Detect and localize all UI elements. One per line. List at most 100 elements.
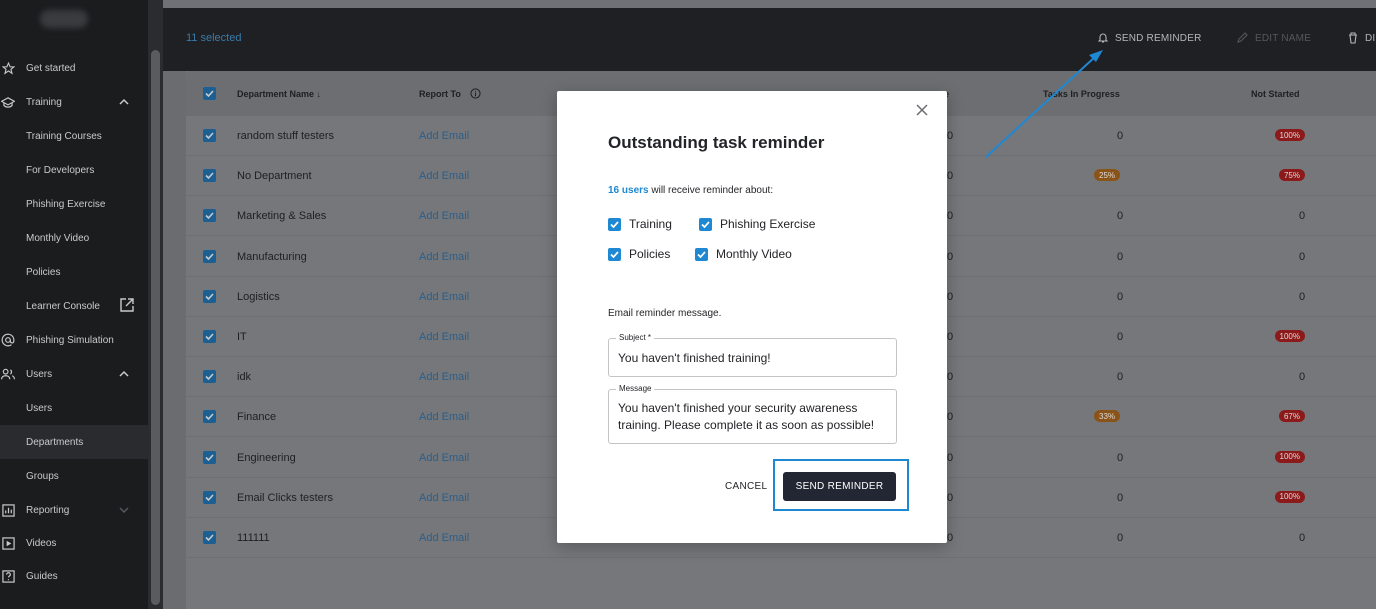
chevron-down-icon[interactable] [119,505,129,515]
department-name: IT [237,331,247,343]
row-checkbox[interactable] [203,450,216,464]
play-icon [0,535,16,551]
sidebar-item-monthly-video[interactable]: Monthly Video [0,221,148,255]
department-name: idk [237,371,252,384]
send-reminder-toolbar-button[interactable]: SEND REMINDER [1098,32,1202,44]
sidebar-item-departments[interactable]: Departments [0,425,148,459]
count-cell: 0 [947,532,954,544]
pencil-icon [1237,32,1248,43]
add-email-link[interactable]: Add Email [419,532,469,544]
edit-name-button[interactable]: EDIT NAME [1236,32,1311,44]
sidebar-scrollbar[interactable] [148,0,163,609]
checkbox-box[interactable] [699,217,712,231]
sidebar-item-policies[interactable]: Policies [0,255,148,289]
dialog-title: Outstanding task reminder [608,133,825,152]
sidebar-item-training-courses[interactable]: Training Courses [0,119,148,153]
sidebar-item-label: Training [26,96,62,108]
sidebar-item-users-list[interactable]: Users [0,391,148,425]
department-name: 111111 [237,532,270,544]
add-email-link[interactable]: Add Email [419,452,469,464]
count-cell: 0 [947,250,954,263]
add-email-link[interactable]: Add Email [419,411,469,423]
chevron-up-icon[interactable] [119,369,129,379]
sidebar-item-reporting[interactable]: Reporting [0,493,148,527]
phishing-exercise-checkbox[interactable]: Phishing Exercise [699,217,815,231]
sidebar-item-phishing-simulation[interactable]: Phishing Simulation [0,323,148,357]
row-checkbox[interactable] [203,129,216,142]
users-link[interactable]: 16 users [608,185,649,196]
department-name: random stuff testers [237,130,335,142]
row-checkbox[interactable] [203,209,216,223]
add-email-link[interactable]: Add Email [419,170,469,182]
subject-value[interactable]: You haven't finished training! [618,350,771,366]
add-email-link[interactable]: Add Email [419,291,469,303]
message-line-1[interactable]: You haven't finished your security aware… [618,400,857,416]
add-email-link[interactable]: Add Email [419,251,469,263]
department-name: No Department [237,170,312,183]
row-checkbox[interactable] [203,370,216,384]
row-checkbox[interactable] [203,289,216,303]
row-checkbox[interactable] [203,249,216,263]
subject-label: Subject * [616,333,655,342]
sidebar-item-get-started[interactable]: Get started [0,51,148,85]
reminder-dialog: Outstanding task reminder 16 users will … [557,91,947,543]
message-line-2[interactable]: training. Please complete it as soon as … [618,417,874,433]
sidebar-item-videos[interactable]: Videos [0,526,148,560]
add-email-link[interactable]: Add Email [419,210,469,222]
info-icon[interactable] [470,88,481,99]
sidebar-item-label: Learner Console [26,300,100,312]
add-email-link[interactable]: Add Email [419,331,469,343]
top-strip [163,0,1376,8]
checkbox-box[interactable] [608,217,621,231]
sidebar-item-guides[interactable]: Guides [0,559,148,593]
department-name: Email Clicks testers [237,491,333,504]
in-progress-cell: 0 [1117,371,1124,384]
users-icon [0,366,16,382]
monthly-video-checkbox[interactable]: Monthly Video [695,247,792,261]
sidebar-item-training[interactable]: Training [0,85,148,119]
add-email-link[interactable]: Add Email [419,130,469,142]
add-email-link[interactable]: Add Email [419,371,469,383]
checkbox-box[interactable] [695,247,708,261]
policies-checkbox[interactable]: Policies [608,247,670,261]
checkbox-label: Policies [629,247,671,261]
scrollbar-thumb[interactable] [151,50,160,605]
sidebar-item-label: Training Courses [26,130,102,142]
external-link-icon [120,298,134,312]
in-progress-cell: 0 [1117,532,1124,544]
subject-field[interactable]: Subject * You haven't finished training! [608,333,897,377]
send-reminder-label: SEND REMINDER [1115,32,1202,44]
sidebar-item-learner-console[interactable]: Learner Console [0,289,148,323]
sidebar-item-label: Departments [26,436,84,448]
in-progress-cell: 0 [1117,290,1124,303]
training-checkbox[interactable]: Training [608,217,672,231]
row-checkbox[interactable] [203,410,216,424]
at-sign-icon [0,332,16,348]
count-cell: 0 [947,491,954,504]
logo [40,10,88,28]
select-all-checkbox[interactable] [203,87,216,100]
message-field[interactable]: Message You haven't finished your securi… [608,384,897,444]
add-email-link[interactable]: Add Email [419,492,469,504]
row-checkbox[interactable] [203,490,216,504]
row-checkbox[interactable] [203,169,216,183]
sidebar-item-phishing-exercise[interactable]: Phishing Exercise [0,187,148,221]
cancel-button[interactable]: CANCEL [725,481,767,492]
chevron-up-icon[interactable] [119,97,129,107]
in-progress-cell: 0 [1117,250,1124,263]
sidebar-item-users[interactable]: Users [0,357,148,391]
column-department-name[interactable]: Department Name ↓ [237,89,321,99]
send-reminder-button[interactable]: SEND REMINDER [783,472,896,501]
row-checkbox[interactable] [203,330,216,343]
row-checkbox[interactable] [203,531,216,544]
count-cell: 0 [947,210,954,223]
close-icon[interactable] [916,104,928,116]
delete-button[interactable]: DI [1348,32,1375,44]
sidebar-item-label: Users [26,402,53,414]
checkbox-box[interactable] [608,247,621,261]
sidebar-item-for-developers[interactable]: For Developers [0,153,148,187]
sidebar-item-label: Guides [26,570,58,582]
sidebar-item-groups[interactable]: Groups [0,459,148,493]
column-tasks-in-progress: Tasks In Progress [1043,89,1120,99]
in-progress-cell: 0 [1117,210,1124,223]
